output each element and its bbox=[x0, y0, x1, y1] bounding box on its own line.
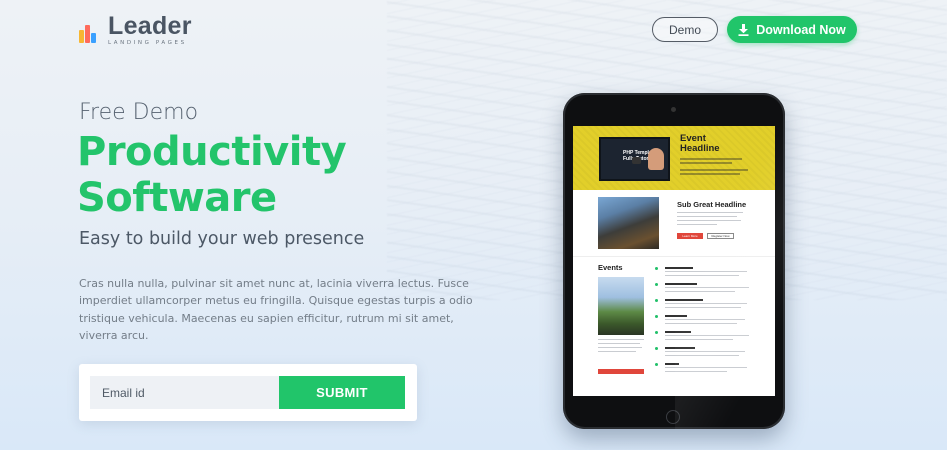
submit-button[interactable]: SUBMIT bbox=[279, 376, 405, 409]
screen-hero-banner: PHP Template Fully Tutorial Event Headli… bbox=[573, 126, 775, 190]
play-icon bbox=[632, 157, 641, 164]
screen-video-thumbnail: PHP Template Fully Tutorial bbox=[599, 137, 670, 181]
hero-pre-title: Free Demo bbox=[79, 100, 199, 125]
tablet-screen: PHP Template Fully Tutorial Event Headli… bbox=[573, 126, 775, 396]
screen-events-section: Events bbox=[573, 256, 775, 396]
tablet-camera bbox=[671, 107, 676, 112]
download-now-button[interactable]: Download Now bbox=[727, 16, 857, 43]
screen-red-bar bbox=[598, 369, 644, 374]
download-now-label: Download Now bbox=[756, 22, 846, 37]
logo-subtitle: LANDING PAGES bbox=[108, 40, 187, 46]
screen-sub-headline: Sub Great Headline bbox=[677, 200, 747, 209]
screen-hero-title-line2: Headline bbox=[680, 143, 720, 154]
presenter-image bbox=[648, 148, 664, 170]
hero-body-text: Cras nulla nulla, pulvinar sit amet nunc… bbox=[79, 277, 473, 342]
demo-button[interactable]: Demo bbox=[652, 17, 718, 42]
email-input[interactable] bbox=[90, 376, 279, 409]
screen-crowd-image bbox=[598, 197, 659, 249]
hero-title: Productivity Software bbox=[77, 129, 497, 221]
tablet-home-button bbox=[666, 410, 680, 424]
logo-bars-icon bbox=[79, 21, 101, 44]
screen-hero-title: Event Headline bbox=[680, 134, 720, 154]
hero-title-line2: Software bbox=[77, 175, 277, 221]
screen-festival-image bbox=[598, 277, 644, 335]
screen-register-button: Register Now bbox=[707, 233, 734, 239]
hero-subtitle: Easy to build your web presence bbox=[79, 229, 365, 249]
screen-sub-section: Sub Great Headline Learn More Register N… bbox=[573, 190, 775, 256]
signup-form: SUBMIT bbox=[79, 364, 417, 421]
screen-events-title: Events bbox=[598, 263, 623, 272]
tablet-mockup: PHP Template Fully Tutorial Event Headli… bbox=[563, 93, 785, 429]
download-icon bbox=[738, 23, 749, 36]
screen-learn-more-button: Learn More bbox=[677, 233, 703, 239]
logo-word: Leader bbox=[108, 12, 192, 40]
logo[interactable]: Leader LANDING PAGES bbox=[79, 14, 192, 47]
hero-title-line1: Productivity bbox=[77, 129, 347, 175]
